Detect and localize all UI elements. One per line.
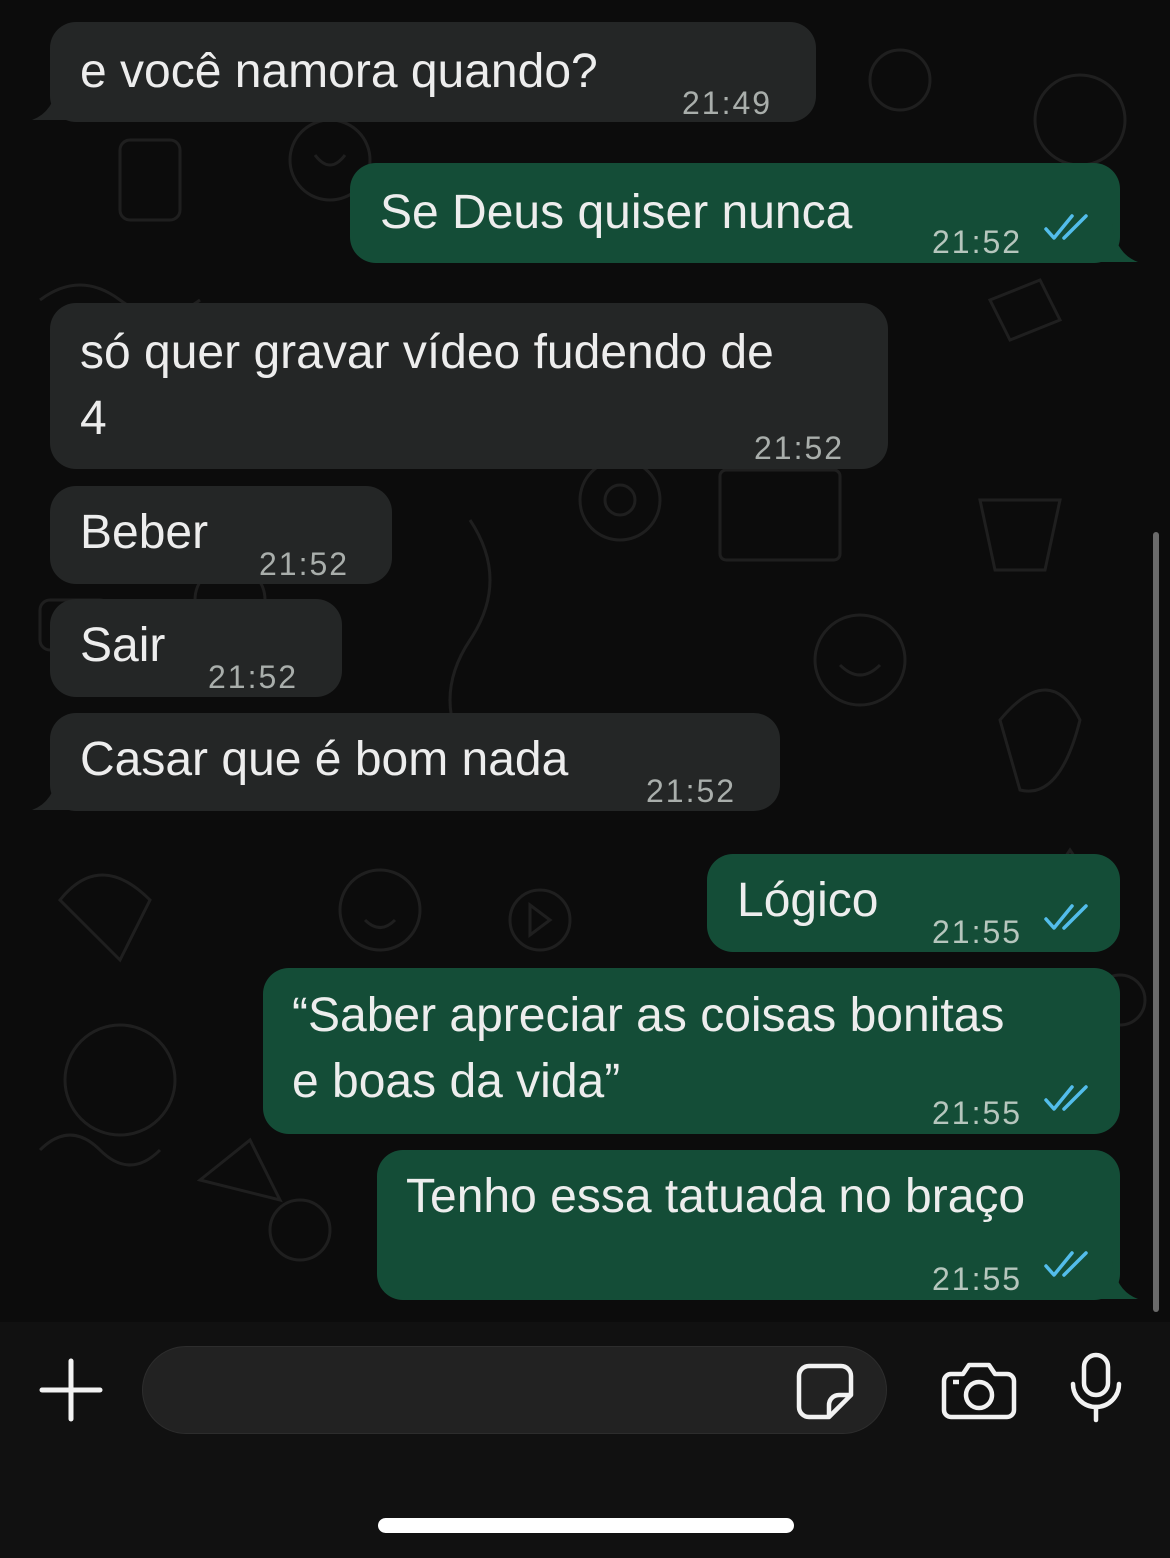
microphone-icon[interactable] bbox=[1068, 1352, 1124, 1424]
message-text-line: 4 bbox=[80, 392, 107, 445]
message-time: 21:55 bbox=[932, 914, 1023, 950]
message-text-line: só quer gravar vídeo fudendo de bbox=[80, 326, 774, 379]
sticker-icon[interactable] bbox=[795, 1361, 855, 1421]
bubble-tail-outgoing bbox=[1098, 224, 1138, 262]
message-text-line: “Saber apreciar as coisas bonitas bbox=[292, 989, 1005, 1042]
message-time: 21:52 bbox=[754, 430, 845, 466]
message-bubble-incoming[interactable]: Beber 21:52 bbox=[50, 486, 392, 584]
message-time: 21:52 bbox=[208, 659, 299, 695]
bubble-tail-incoming bbox=[32, 82, 72, 120]
chat-area[interactable]: e você namora quando? 21:49 Se Deus quis… bbox=[0, 0, 1170, 1322]
message-bubble-outgoing[interactable]: Lógico 21:55 bbox=[707, 854, 1120, 952]
message-time: 21:55 bbox=[932, 1095, 1023, 1131]
camera-icon[interactable] bbox=[941, 1360, 1017, 1420]
plus-icon[interactable] bbox=[38, 1357, 104, 1423]
message-text: Tenho essa tatuada no braço bbox=[406, 1170, 1026, 1223]
message-bubble-incoming[interactable]: Sair 21:52 bbox=[50, 599, 342, 697]
message-input[interactable] bbox=[142, 1346, 887, 1434]
message-time: 21:52 bbox=[259, 546, 350, 582]
message-text: Beber bbox=[80, 506, 209, 559]
message-bubble-incoming[interactable]: Casar que é bom nada 21:52 bbox=[50, 713, 780, 811]
message-time: 21:52 bbox=[646, 773, 737, 809]
read-receipt-icon bbox=[1044, 1251, 1088, 1277]
message-text: Se Deus quiser nunca bbox=[380, 186, 853, 239]
chat-scrollbar[interactable] bbox=[1153, 532, 1159, 1312]
message-text-line: e boas da vida” bbox=[292, 1055, 621, 1108]
message-bubble-outgoing[interactable]: Se Deus quiser nunca 21:52 bbox=[350, 163, 1120, 263]
read-receipt-icon bbox=[1044, 904, 1088, 930]
message-bubble-outgoing[interactable]: “Saber apreciar as coisas bonitas e boas… bbox=[263, 968, 1120, 1134]
read-receipt-icon bbox=[1044, 214, 1088, 240]
message-text: Sair bbox=[80, 619, 166, 672]
bubble-tail-outgoing bbox=[1098, 1261, 1138, 1299]
message-text: Lógico bbox=[737, 874, 879, 927]
message-time: 21:55 bbox=[932, 1261, 1023, 1297]
read-receipt-icon bbox=[1044, 1085, 1088, 1111]
message-bubble-incoming[interactable]: e você namora quando? 21:49 bbox=[50, 22, 816, 122]
home-indicator[interactable] bbox=[378, 1518, 794, 1533]
message-time: 21:49 bbox=[682, 85, 773, 121]
bubble-tail-incoming bbox=[32, 772, 72, 810]
message-text: e você namora quando? bbox=[80, 45, 598, 98]
message-time: 21:52 bbox=[932, 224, 1023, 260]
message-bubble-outgoing[interactable]: Tenho essa tatuada no braço 21:55 bbox=[377, 1150, 1120, 1300]
message-text: Casar que é bom nada bbox=[80, 733, 569, 786]
message-bubble-incoming[interactable]: só quer gravar vídeo fudendo de 4 21:52 bbox=[50, 303, 888, 469]
